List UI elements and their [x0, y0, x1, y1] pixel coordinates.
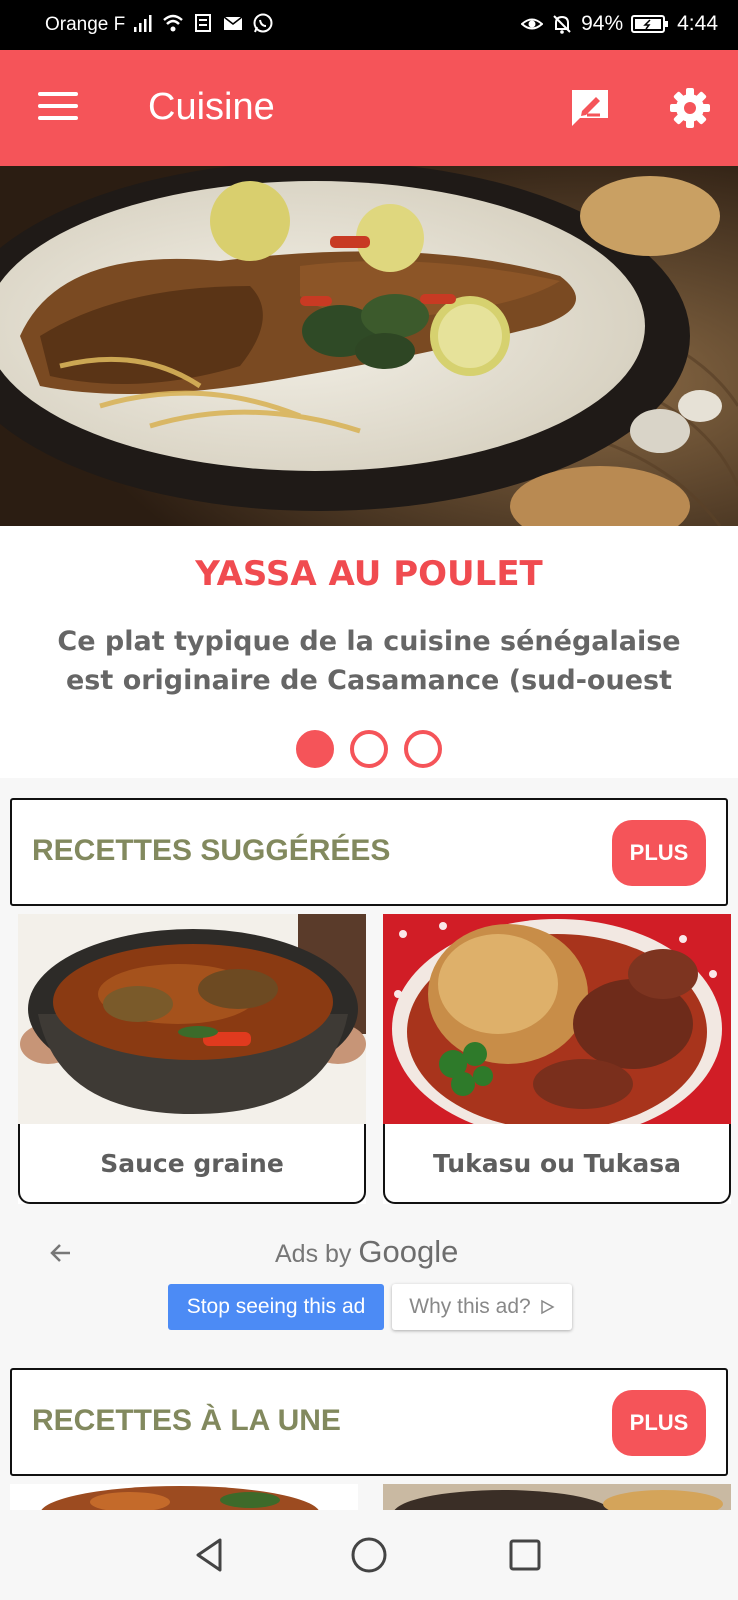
arrow-left-icon — [50, 1244, 70, 1262]
wifi-icon — [163, 14, 183, 32]
section-title: RECETTES À LA UNE — [32, 1404, 341, 1437]
recipe-card-partial[interactable] — [10, 1484, 358, 1510]
featured-recipe-description: Ce plat typique de la cuisine sénégalais… — [57, 626, 681, 696]
nav-recents-button[interactable] — [502, 1532, 548, 1578]
write-feedback-button[interactable] — [568, 86, 612, 130]
signal-icon — [134, 15, 152, 32]
suggested-more-button[interactable]: PLUS — [612, 820, 706, 886]
menu-button[interactable] — [38, 92, 78, 122]
why-this-ad-label: Why this ad? — [409, 1295, 531, 1318]
system-nav-bar — [0, 1510, 738, 1600]
recipe-image — [383, 1484, 731, 1510]
recipe-name: Tukasu ou Tukasa — [383, 1124, 731, 1204]
whatsapp-icon — [253, 13, 273, 33]
featured-recipes-header: RECETTES À LA UNE PLUS — [10, 1368, 728, 1476]
yassa-dish-illustration — [0, 166, 738, 526]
recipe-card[interactable]: Tukasu ou Tukasa — [383, 914, 731, 1204]
hamburger-icon — [38, 92, 78, 96]
battery-percent: 94% — [581, 12, 624, 35]
gear-icon — [670, 88, 710, 128]
hamburger-line — [38, 104, 78, 108]
recipe-name: Sauce graine — [18, 1124, 366, 1204]
stop-seeing-ad-button[interactable]: Stop seeing this ad — [168, 1284, 384, 1330]
status-left-icons — [132, 12, 274, 34]
hamburger-line — [38, 116, 78, 120]
featured-recipe-image[interactable] — [0, 166, 738, 526]
feedback-edit-icon — [572, 90, 608, 126]
ad-choices-icon — [540, 1299, 555, 1315]
featured-recipe-title[interactable]: YASSA AU POULET — [0, 554, 738, 594]
carousel-dot-1[interactable] — [296, 730, 334, 768]
battery-icon — [631, 15, 669, 33]
notification-icon — [195, 14, 211, 32]
status-bar: Orange F 94% 4:44 — [0, 0, 738, 50]
carousel-indicator — [0, 730, 738, 768]
status-right: 94% 4:44 — [521, 12, 718, 36]
carousel-dot-3[interactable] — [404, 730, 442, 768]
mail-icon — [223, 16, 243, 30]
carrier-label: Orange F — [45, 14, 126, 35]
nav-back-button[interactable] — [188, 1532, 234, 1578]
recipe-card-partial[interactable] — [383, 1484, 731, 1510]
ad-back-button[interactable] — [48, 1240, 74, 1266]
eye-icon — [521, 18, 544, 30]
bell-off-icon — [553, 15, 571, 34]
why-this-ad-button[interactable]: Why this ad? — [392, 1284, 572, 1330]
recipe-image — [383, 914, 731, 1124]
recipe-image — [10, 1484, 358, 1510]
app-title: Cuisine — [148, 86, 275, 128]
featured-more-button[interactable]: PLUS — [612, 1390, 706, 1456]
google-logo: Google — [358, 1234, 459, 1269]
home-circle-icon — [351, 1537, 387, 1573]
settings-button[interactable] — [668, 86, 712, 130]
back-triangle-icon — [196, 1538, 222, 1572]
recents-square-icon — [509, 1539, 541, 1571]
ad-banner: Ads by Google Stop seeing this ad Why th… — [0, 1204, 738, 1364]
ads-by-google: Ads by Google — [275, 1234, 458, 1270]
ads-by-label: Ads by — [275, 1240, 352, 1268]
suggested-recipes-header: RECETTES SUGGÉRÉES PLUS — [10, 798, 728, 906]
app-bar: Cuisine — [0, 50, 738, 166]
clock: 4:44 — [677, 12, 718, 35]
nav-home-button[interactable] — [346, 1532, 392, 1578]
featured-recipe: YASSA AU POULET Ce plat typique de la cu… — [0, 526, 738, 778]
section-title: RECETTES SUGGÉRÉES — [32, 834, 391, 867]
recipe-image — [18, 914, 366, 1124]
recipe-card[interactable]: Sauce graine — [18, 914, 366, 1204]
carousel-dot-2[interactable] — [350, 730, 388, 768]
